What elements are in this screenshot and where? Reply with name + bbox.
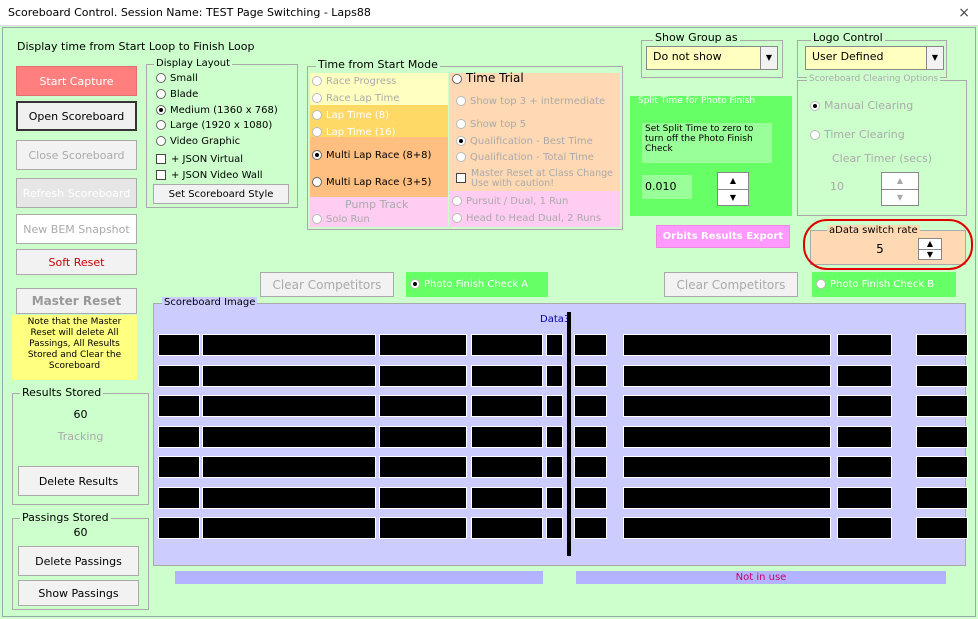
scoreboard-cell	[916, 395, 968, 417]
scoreboard-cell	[623, 364, 831, 387]
scoreboard-cell	[471, 334, 543, 356]
scoreboard-cell	[202, 517, 376, 539]
scoreboard-cell	[379, 486, 467, 509]
scoreboard-cell	[471, 364, 543, 387]
scoreboard-cell	[623, 517, 831, 539]
scoreboard-cell	[546, 517, 563, 539]
scoreboard-cell	[623, 395, 831, 417]
scoreboard-cell	[158, 425, 200, 448]
scoreboard-cell	[574, 456, 607, 478]
scoreboard-cell	[379, 334, 467, 356]
scoreboard-cell	[916, 517, 968, 539]
scoreboard-cell	[158, 364, 200, 387]
scoreboard-cell	[916, 364, 968, 387]
scoreboard-cell	[471, 425, 543, 448]
scoreboard-preview	[0, 0, 978, 619]
scoreboard-cell	[837, 517, 892, 539]
scoreboard-cell	[471, 486, 543, 509]
scoreboard-cell	[471, 517, 543, 539]
scoreboard-cell	[916, 486, 968, 509]
scoreboard-cell	[379, 425, 467, 448]
scoreboard-cell	[202, 364, 376, 387]
scoreboard-cell	[546, 395, 563, 417]
scoreboard-cell	[916, 334, 968, 356]
scoreboard-cell	[837, 364, 892, 387]
scoreboard-cell	[916, 425, 968, 448]
scoreboard-cell	[379, 364, 467, 387]
scoreboard-cell	[623, 456, 831, 478]
scoreboard-cell	[574, 334, 607, 356]
scoreboard-cell	[623, 425, 831, 448]
scoreboard-cell	[546, 486, 563, 509]
scoreboard-cell	[202, 456, 376, 478]
scoreboard-cell	[471, 395, 543, 417]
scoreboard-cell	[574, 395, 607, 417]
scoreboard-cell	[546, 334, 563, 356]
scoreboard-cell	[202, 486, 376, 509]
scoreboard-cell	[837, 486, 892, 509]
scoreboard-cell	[574, 364, 607, 387]
scoreboard-cell	[202, 395, 376, 417]
scoreboard-cell	[837, 395, 892, 417]
scoreboard-cell	[158, 517, 200, 539]
scoreboard-cell	[202, 334, 376, 356]
scoreboard-cell	[158, 486, 200, 509]
not-in-use-label: Not in use	[576, 571, 946, 584]
scoreboard-cell	[837, 334, 892, 356]
scoreboard-cell	[202, 425, 376, 448]
scoreboard-cell	[837, 425, 892, 448]
scoreboard-cell	[837, 456, 892, 478]
scoreboard-cell	[471, 456, 543, 478]
scoreboard-cell	[916, 456, 968, 478]
scoreboard-cell	[623, 334, 831, 356]
scoreboard-cell	[546, 456, 563, 478]
scoreboard-cell	[379, 395, 467, 417]
scoreboard-cell	[546, 364, 563, 387]
scoreboard-cell	[158, 456, 200, 478]
scoreboard-cell	[623, 486, 831, 509]
scoreboard-cell	[574, 425, 607, 448]
scoreboard-cell	[546, 425, 563, 448]
scoreboard-status-left	[175, 571, 543, 584]
scoreboard-cell	[379, 517, 467, 539]
scoreboard-cell	[379, 456, 467, 478]
scoreboard-cell	[574, 486, 607, 509]
scoreboard-cell	[574, 517, 607, 539]
scoreboard-cell	[158, 395, 200, 417]
scoreboard-cell	[158, 334, 200, 356]
